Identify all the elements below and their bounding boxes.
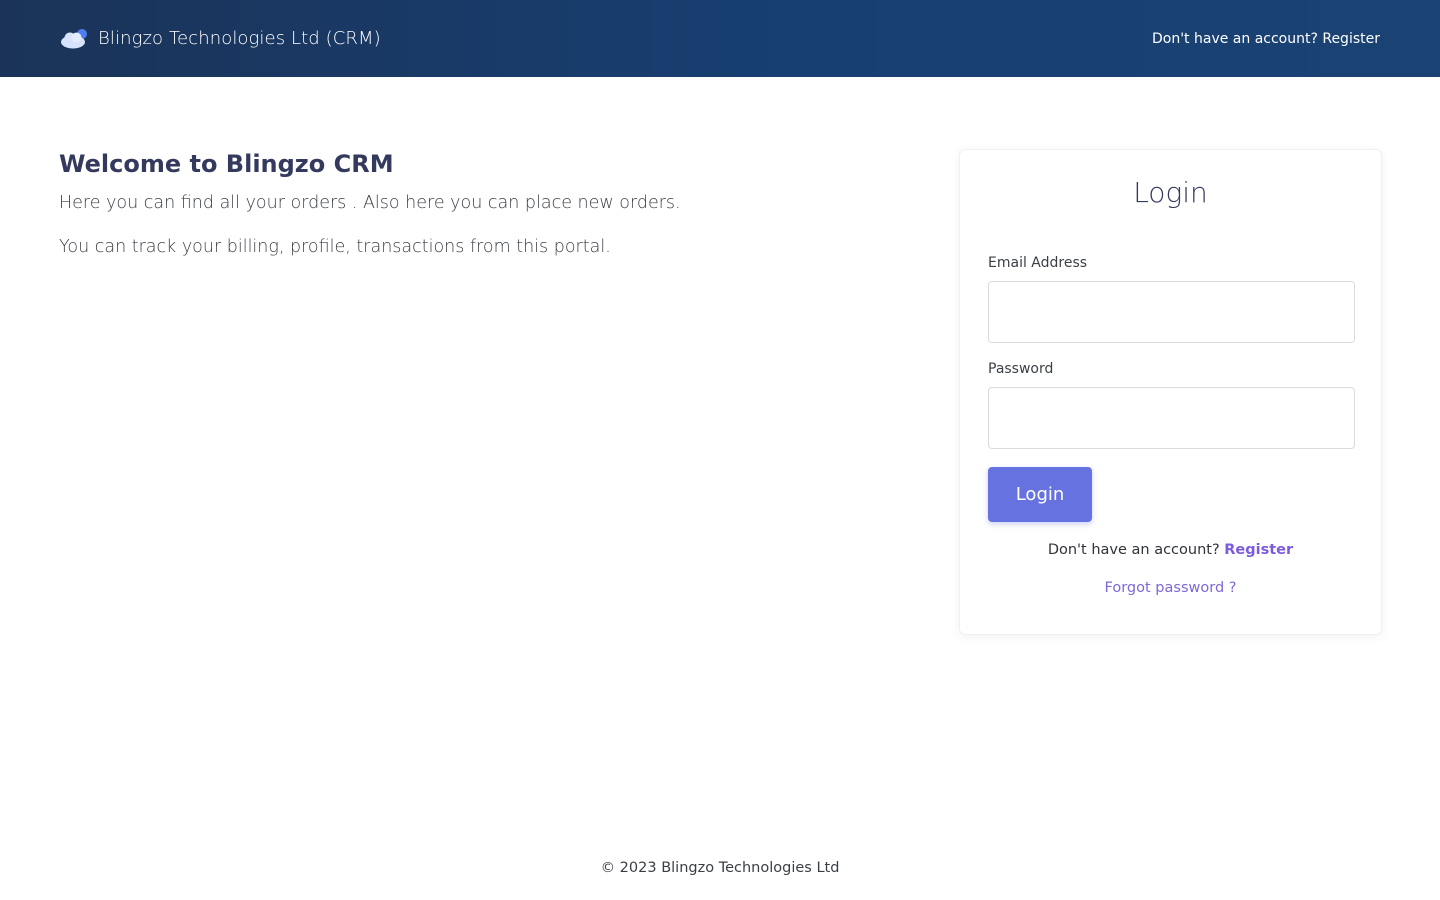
password-label: Password (988, 361, 1054, 377)
top-navbar: Blingzo Technologies Ltd (CRM) Don't hav… (0, 0, 1440, 77)
welcome-heading: Welcome to Blingzo CRM (59, 150, 394, 178)
login-button[interactable]: Login (988, 467, 1092, 522)
header-register-link[interactable]: Don't have an account? Register (1152, 31, 1380, 47)
password-field[interactable] (988, 387, 1355, 449)
welcome-text-billing: You can track your billing, profile, tra… (59, 236, 611, 257)
cloud-icon (61, 28, 87, 48)
register-prompt-text: Don't have an account? (1047, 542, 1225, 558)
register-prompt: Don't have an account? Register (988, 542, 1353, 558)
brand[interactable]: Blingzo Technologies Ltd (CRM) (60, 28, 381, 50)
login-title: Login (1133, 176, 1208, 209)
email-label: Email Address (988, 255, 1088, 271)
register-link[interactable]: Register (1224, 542, 1293, 558)
footer-copyright: © 2023 Blingzo Technologies Ltd (600, 860, 840, 876)
forgot-password-link[interactable]: Forgot password ? (988, 580, 1353, 596)
login-card: Login Email Address Password Login Don't… (959, 149, 1382, 635)
brand-name: Blingzo Technologies Ltd (CRM) (98, 28, 381, 49)
welcome-text-orders: Here you can find all your orders . Also… (59, 193, 681, 213)
welcome-section: Welcome to Blingzo CRM Here you can find… (59, 150, 879, 279)
email-field[interactable] (988, 281, 1355, 343)
